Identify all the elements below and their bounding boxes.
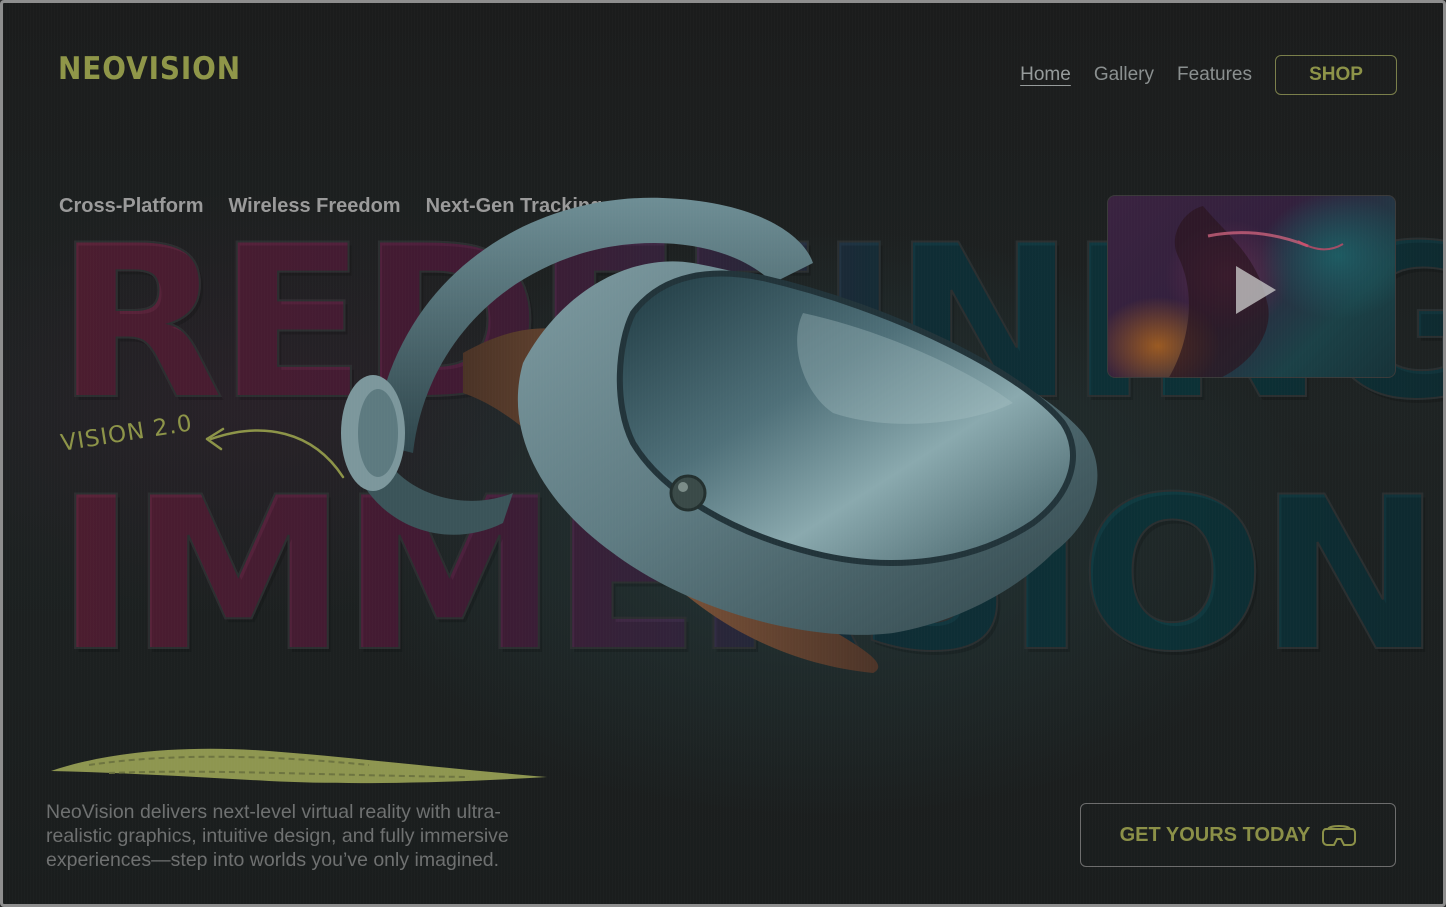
cta-label: GET YOURS TODAY [1119, 823, 1311, 846]
product-description: NeoVision delivers next-level virtual re… [46, 801, 509, 871]
play-icon[interactable] [1236, 266, 1276, 314]
arrow-doodle-icon [205, 427, 345, 479]
nav-link-features[interactable]: Features [1177, 64, 1252, 86]
get-yours-today-button[interactable]: GET YOURS TODAY [1080, 803, 1396, 867]
main-nav: Home Gallery Features SHOP [1020, 55, 1397, 95]
vr-headset-image [341, 197, 1098, 673]
nav-link-home[interactable]: Home [1020, 64, 1071, 86]
brand-logo[interactable]: NEOVISION [58, 51, 241, 87]
shop-button[interactable]: SHOP [1275, 55, 1397, 95]
hero-page: NEOVISION Home Gallery Features SHOP Cro… [0, 0, 1446, 907]
vr-headset-icon [1322, 825, 1357, 846]
brush-stroke-decoration [51, 748, 547, 784]
nav-link-gallery[interactable]: Gallery [1094, 64, 1154, 86]
video-thumbnail[interactable] [1107, 195, 1396, 378]
